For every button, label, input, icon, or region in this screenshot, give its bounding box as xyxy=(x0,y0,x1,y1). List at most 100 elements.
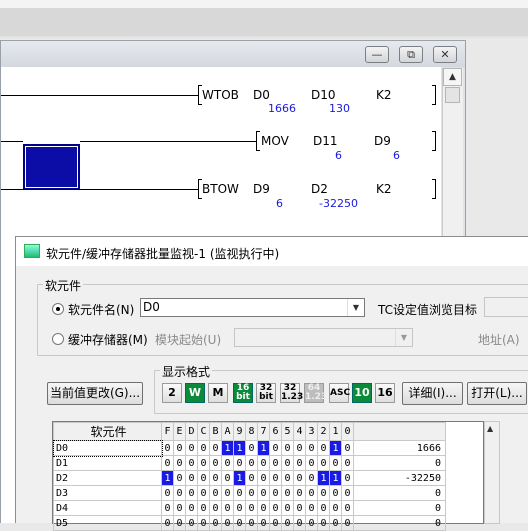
bit-cell[interactable]: 0 xyxy=(269,485,282,501)
bit-cell[interactable]: 0 xyxy=(293,470,306,486)
value-cell[interactable]: 0 xyxy=(353,500,446,516)
bit-cell[interactable]: 0 xyxy=(221,500,234,516)
bit-cell[interactable]: 0 xyxy=(209,485,222,501)
bit-cell[interactable]: 0 xyxy=(209,500,222,516)
bit-cell[interactable]: 0 xyxy=(341,500,354,516)
bit-cell[interactable]: 0 xyxy=(197,470,210,486)
bit-cell[interactable]: 0 xyxy=(293,485,306,501)
bit-cell[interactable]: 0 xyxy=(221,485,234,501)
bit-cell[interactable]: 0 xyxy=(341,485,354,501)
device-name-combo[interactable]: D0 ▼ xyxy=(140,298,365,317)
restore-button[interactable]: ⧉ xyxy=(399,46,423,63)
bit-cell[interactable]: 0 xyxy=(305,485,318,501)
device-name-radio[interactable] xyxy=(52,303,64,315)
bit-cell[interactable]: 0 xyxy=(209,440,222,456)
bit-cell[interactable]: 0 xyxy=(305,500,318,516)
bit-cell[interactable]: 0 xyxy=(341,455,354,471)
value-cell[interactable]: -32250 xyxy=(353,470,446,486)
bit-cell[interactable]: 0 xyxy=(233,485,246,501)
bit-cell[interactable]: 0 xyxy=(173,515,186,531)
bit-cell[interactable]: 0 xyxy=(257,485,270,501)
bit-cell[interactable]: 0 xyxy=(293,440,306,456)
bit-cell[interactable]: 0 xyxy=(281,440,294,456)
bit-cell[interactable]: 1 xyxy=(221,440,234,456)
bit-cell[interactable]: 0 xyxy=(257,470,270,486)
bit-cell[interactable]: 0 xyxy=(161,455,174,471)
bit-cell[interactable]: 0 xyxy=(245,485,258,501)
bit-cell[interactable]: 0 xyxy=(197,515,210,531)
bit-cell[interactable]: 0 xyxy=(173,485,186,501)
bit-cell[interactable]: 0 xyxy=(281,485,294,501)
bit-cell[interactable]: 0 xyxy=(161,500,174,516)
bit-cell[interactable]: 0 xyxy=(269,515,282,531)
bit-cell[interactable]: 0 xyxy=(161,515,174,531)
bit-cell[interactable]: 0 xyxy=(245,455,258,471)
bit-cell[interactable]: 0 xyxy=(329,455,342,471)
bit-cell[interactable]: 0 xyxy=(173,440,186,456)
table-row[interactable]: D5 0 0 0 0 0 0 0 0 0 0 0 0 0 0 0 0 0 xyxy=(53,515,446,531)
format-16bit-button[interactable]: 16 bit xyxy=(233,383,253,403)
bit-cell[interactable]: 0 xyxy=(317,455,330,471)
bit-cell[interactable]: 0 xyxy=(257,515,270,531)
bit-cell[interactable]: 0 xyxy=(209,455,222,471)
bit-cell[interactable]: 0 xyxy=(329,485,342,501)
detail-button[interactable]: 详细(I)... xyxy=(402,382,463,405)
bit-cell[interactable]: 0 xyxy=(329,500,342,516)
bit-cell[interactable]: 1 xyxy=(233,470,246,486)
bit-cell[interactable]: 0 xyxy=(293,500,306,516)
format-32bit-real-button[interactable]: 32 1.23 xyxy=(280,383,303,403)
bit-cell[interactable]: 0 xyxy=(221,470,234,486)
bit-cell[interactable]: 0 xyxy=(173,470,186,486)
device-cell[interactable]: D4 xyxy=(53,500,162,516)
bit-cell[interactable]: 0 xyxy=(185,470,198,486)
bit-cell[interactable]: 0 xyxy=(281,470,294,486)
bit-cell[interactable]: 1 xyxy=(329,470,342,486)
bit-cell[interactable]: 0 xyxy=(281,500,294,516)
bit-cell[interactable]: 0 xyxy=(197,455,210,471)
bit-cell[interactable]: 0 xyxy=(173,455,186,471)
bit-cell[interactable]: 0 xyxy=(245,470,258,486)
bit-cell[interactable]: 0 xyxy=(329,515,342,531)
minimize-button[interactable]: — xyxy=(365,46,389,63)
bit-cell[interactable]: 1 xyxy=(257,440,270,456)
bit-cell[interactable]: 0 xyxy=(317,440,330,456)
bit-cell[interactable]: 0 xyxy=(317,485,330,501)
bit-cell[interactable]: 0 xyxy=(245,515,258,531)
bit-cell[interactable]: 0 xyxy=(245,440,258,456)
format-decimal-button[interactable]: 10 xyxy=(352,383,372,403)
bit-cell[interactable]: 0 xyxy=(245,500,258,516)
bit-cell[interactable]: 0 xyxy=(173,500,186,516)
grid-vertical-scrollbar[interactable]: ▲ xyxy=(484,421,500,524)
bit-cell[interactable]: 0 xyxy=(197,440,210,456)
bit-cell[interactable]: 0 xyxy=(233,515,246,531)
value-cell[interactable]: 0 xyxy=(353,455,446,471)
contact-cursor-block[interactable] xyxy=(23,144,80,190)
buffer-memory-radio[interactable] xyxy=(52,333,64,345)
bit-cell[interactable]: 0 xyxy=(269,455,282,471)
bit-cell[interactable]: 0 xyxy=(317,500,330,516)
bit-cell[interactable]: 1 xyxy=(233,440,246,456)
value-cell[interactable]: 0 xyxy=(353,515,446,531)
bit-cell[interactable]: 0 xyxy=(185,515,198,531)
module-start-combo[interactable]: ▼ xyxy=(234,328,413,347)
table-row[interactable]: D4 0 0 0 0 0 0 0 0 0 0 0 0 0 0 0 0 0 xyxy=(53,500,446,516)
bit-cell[interactable]: 0 xyxy=(281,455,294,471)
bit-cell[interactable]: 0 xyxy=(281,515,294,531)
bit-cell[interactable]: 0 xyxy=(293,515,306,531)
bit-cell[interactable]: 0 xyxy=(161,485,174,501)
bit-cell[interactable]: 0 xyxy=(197,485,210,501)
bit-cell[interactable]: 0 xyxy=(269,440,282,456)
bit-cell[interactable]: 1 xyxy=(317,470,330,486)
bit-cell[interactable]: 0 xyxy=(305,470,318,486)
format-mixed-button[interactable]: M xyxy=(208,383,228,403)
bit-cell[interactable]: 0 xyxy=(233,500,246,516)
bit-cell[interactable]: 0 xyxy=(317,515,330,531)
open-button[interactable]: 打开(L)... xyxy=(467,382,527,405)
format-binary-button[interactable]: 2 xyxy=(162,383,182,403)
bit-cell[interactable]: 0 xyxy=(209,470,222,486)
device-cell[interactable]: D3 xyxy=(53,485,162,501)
bit-cell[interactable]: 0 xyxy=(185,455,198,471)
bit-cell[interactable]: 0 xyxy=(269,470,282,486)
bit-cell[interactable]: 0 xyxy=(185,500,198,516)
bit-cell[interactable]: 0 xyxy=(221,455,234,471)
